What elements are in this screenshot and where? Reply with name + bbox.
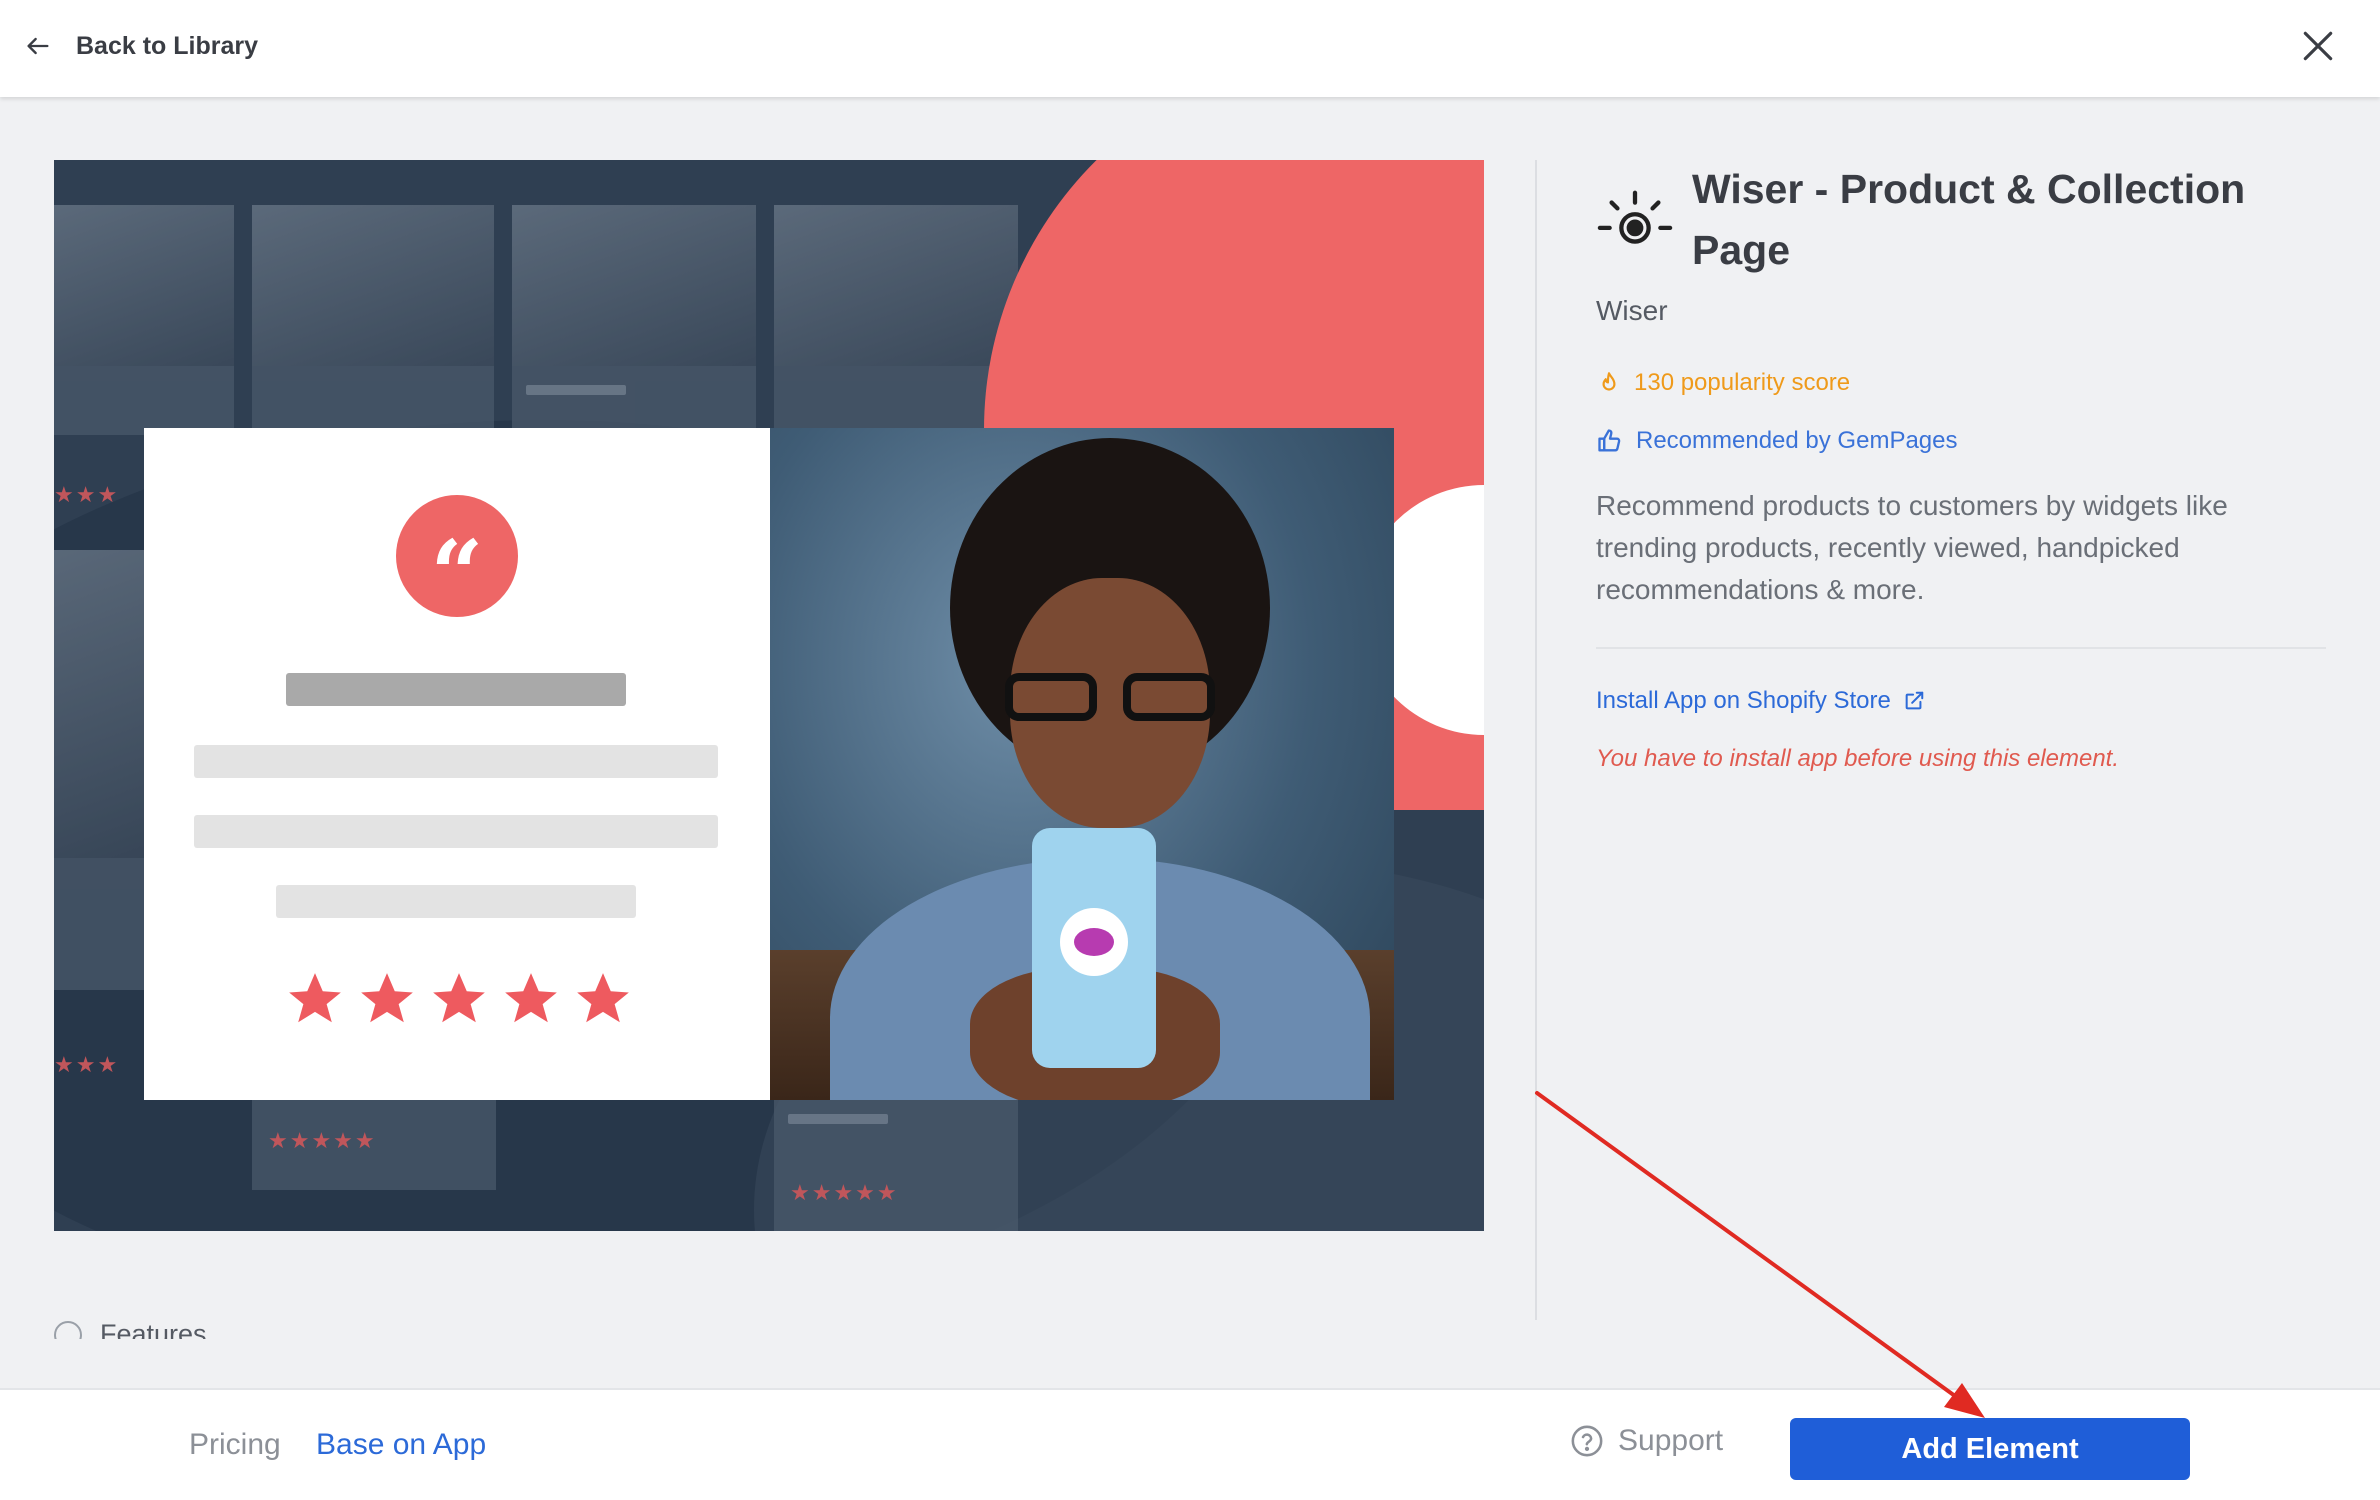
popularity-score: 130 popularity score: [1596, 369, 1850, 397]
star-icon: [433, 973, 485, 1023]
review-card: “: [144, 428, 770, 1100]
external-link-icon: [1905, 691, 1924, 710]
app-description: Recommend products to customers by widge…: [1596, 490, 2228, 605]
quote-icon: “: [396, 495, 518, 620]
card-placeholder-line: [276, 885, 636, 918]
customer-photo: [770, 428, 1394, 1100]
thumbs-up-icon: [1598, 429, 1621, 452]
card-star-rating: [284, 968, 634, 1038]
install-app-link[interactable]: Install App on Shopify Store: [1596, 687, 1925, 715]
content-area: ★★★ ★★★ ★★★★★ ★★★★★ “ Features Wiser - P…: [0, 97, 2380, 1388]
help-circle-icon: [1571, 1425, 1603, 1457]
hero-tile: [774, 205, 1018, 435]
expand-circle-icon: [54, 1320, 82, 1339]
hero-mini-stars: ★★★★★: [268, 1128, 377, 1153]
hero-tile: [54, 205, 234, 435]
card-placeholder-line: [194, 745, 718, 778]
flame-icon: [1602, 372, 1616, 391]
features-label: Features: [100, 1319, 207, 1339]
app-preview-image: ★★★ ★★★ ★★★★★ ★★★★★ “: [54, 160, 1484, 1231]
close-button[interactable]: [2296, 24, 2340, 68]
hero-tile: [54, 550, 144, 990]
star-icon: [289, 973, 341, 1023]
star-icon: [361, 973, 413, 1023]
star-icon: [505, 973, 557, 1023]
add-element-button[interactable]: Add Element: [1790, 1418, 2190, 1480]
hero-mini-stars: ★★★: [54, 1052, 120, 1077]
back-to-library-label: Back to Library: [76, 31, 259, 60]
back-to-library-button[interactable]: Back to Library: [24, 24, 258, 68]
column-divider: [1535, 160, 1537, 1320]
phone-illustration: [1032, 828, 1156, 1068]
star-icon: [577, 973, 629, 1023]
base-on-app-link[interactable]: Base on App: [316, 1428, 486, 1462]
top-bar: Back to Library: [0, 0, 2380, 97]
card-placeholder-line: [194, 815, 718, 848]
hero-tile: [512, 205, 756, 435]
features-section-toggle[interactable]: Features: [54, 1309, 354, 1339]
hero-mini-stars: ★★★: [54, 482, 120, 507]
support-button[interactable]: Support: [1570, 1424, 1723, 1458]
app-title: Wiser - Product & Collection Page: [1692, 166, 2246, 273]
popularity-text: 130 popularity score: [1634, 369, 1851, 396]
install-warning: You have to install app before using thi…: [1596, 745, 2120, 772]
hero-mini-stars: ★★★★★: [790, 1180, 899, 1205]
recommended-badge: Recommended by GemPages: [1596, 427, 1958, 455]
details-divider: [1596, 647, 2326, 649]
card-placeholder-line: [286, 673, 626, 706]
support-label: Support: [1618, 1424, 1724, 1457]
hero-tile: [252, 205, 494, 435]
install-app-label: Install App on Shopify Store: [1596, 687, 1891, 714]
arrow-left-icon: [27, 37, 49, 55]
footer-bar: Pricing Base on App Support Add Element: [0, 1388, 2380, 1500]
app-vendor: Wiser: [1596, 295, 1668, 326]
sun-target-icon: [1597, 190, 1673, 244]
hero-tile: [774, 1100, 1018, 1231]
pricing-label: Pricing: [189, 1428, 281, 1461]
close-icon: [2303, 31, 2333, 61]
recommended-text: Recommended by GemPages: [1636, 427, 1958, 454]
